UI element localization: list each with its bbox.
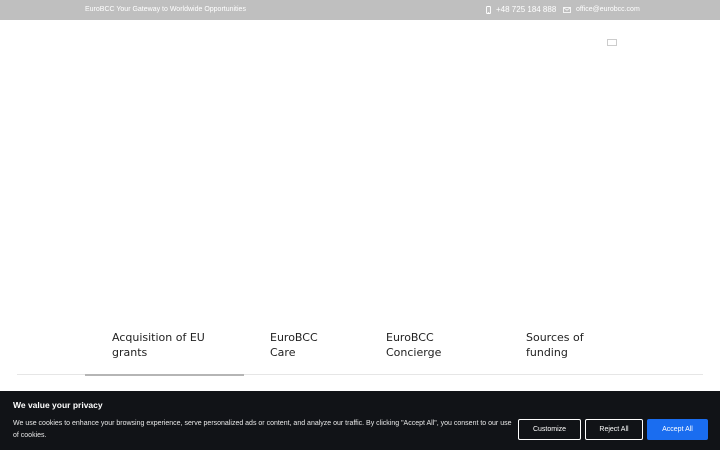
email-address: office@eurobcc.com (576, 6, 640, 13)
us-flag-icon[interactable] (607, 39, 617, 46)
reject-all-button[interactable]: Reject All (585, 419, 643, 440)
customize-button[interactable]: Customize (518, 419, 581, 440)
tagline: EuroBCC Your Gateway to Worldwide Opport… (85, 6, 246, 13)
email-link[interactable]: office@eurobcc.com (563, 6, 640, 13)
envelope-icon (563, 6, 571, 13)
tab-label-line1: EuroBCC (386, 331, 434, 344)
cookie-consent-banner: We value your privacy We use cookies to … (0, 391, 720, 450)
phone-icon (486, 5, 491, 14)
accept-all-button[interactable]: Accept All (647, 419, 708, 440)
cookie-title: We value your privacy (13, 400, 103, 410)
phone-number: +48 725 184 888 (496, 5, 557, 14)
cookie-text: We use cookies to enhance your browsing … (13, 420, 512, 439)
phone-link[interactable]: +48 725 184 888 (486, 5, 556, 14)
tab-label-line2: Care (270, 346, 296, 359)
tab-label-line2: grants (112, 346, 148, 359)
active-tab-indicator (85, 374, 244, 376)
tab-label-line1: Acquisition of EU (112, 331, 205, 344)
tab-label-line1: EuroBCC (270, 331, 318, 344)
tab-acquisition-eu-grants[interactable]: Acquisition of EU grants (112, 330, 205, 360)
tab-label-line2: funding (526, 346, 568, 359)
tab-label-line2: Concierge (386, 346, 442, 359)
tab-label-line1: Sources of (526, 331, 584, 344)
tab-eurobcc-care[interactable]: EuroBCC Care (270, 330, 318, 360)
tab-eurobcc-concierge[interactable]: EuroBCC Concierge (386, 330, 441, 360)
tab-sources-of-funding[interactable]: Sources of funding (526, 330, 584, 360)
top-bar: EuroBCC Your Gateway to Worldwide Opport… (0, 0, 720, 20)
services-tabs: Acquisition of EU grants EuroBCC Care Eu… (0, 330, 720, 376)
